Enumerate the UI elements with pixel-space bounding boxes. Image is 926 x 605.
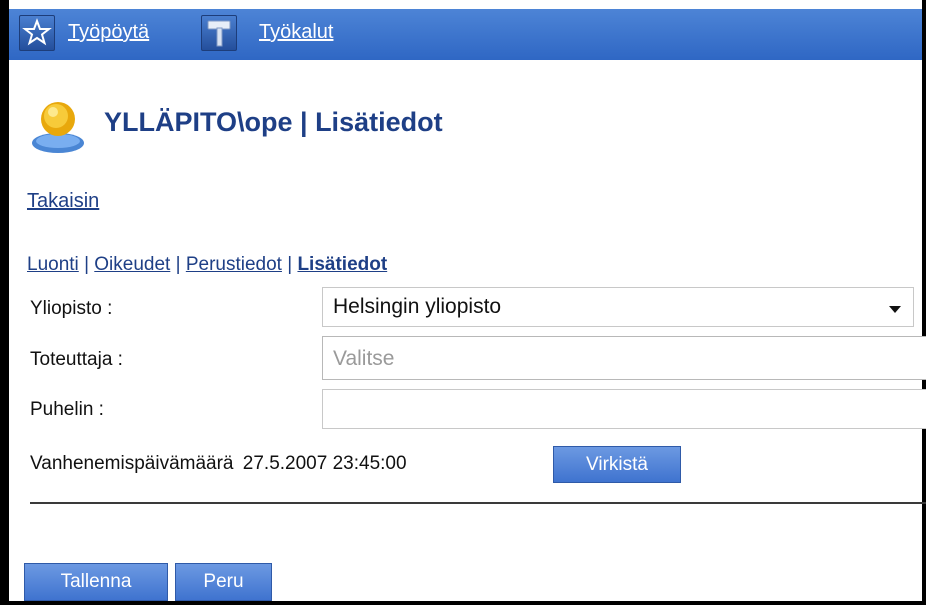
tab-lisatiedot[interactable]: Lisätiedot <box>297 254 387 275</box>
top-navigation-bar: Työpöytä Työkalut <box>9 9 922 60</box>
save-button[interactable]: Tallenna <box>24 563 168 601</box>
window-frame-right <box>922 0 926 605</box>
puhelin-field[interactable] <box>322 389 926 429</box>
puhelin-label: Puhelin : <box>30 399 104 420</box>
cancel-button[interactable]: Peru <box>175 563 272 601</box>
tab-luonti[interactable]: Luonti <box>27 254 79 275</box>
expiry-row: Vanhenemispäivämäärä 27.5.2007 23:45:00 <box>30 453 407 475</box>
toteuttaja-field[interactable]: Valitse <box>322 336 926 380</box>
tab-separator: | <box>287 254 293 275</box>
tab-oikeudet[interactable]: Oikeudet <box>94 254 170 275</box>
yliopisto-label: Yliopisto : <box>30 298 113 319</box>
tools-link[interactable]: Työkalut <box>259 21 333 44</box>
tab-perustiedot[interactable]: Perustiedot <box>186 254 282 275</box>
back-link[interactable]: Takaisin <box>27 190 99 213</box>
expiry-value: 27.5.2007 23:45:00 <box>242 453 407 474</box>
chevron-down-icon[interactable] <box>889 306 901 313</box>
refresh-button[interactable]: Virkistä <box>553 446 681 483</box>
desktop-link[interactable]: Työpöytä <box>68 21 149 44</box>
star-icon[interactable] <box>19 15 55 51</box>
divider <box>30 502 926 504</box>
yliopisto-selected-value: Helsingin yliopisto <box>333 295 502 318</box>
user-icon <box>26 97 90 153</box>
toteuttaja-label: Toteuttaja : <box>30 349 123 370</box>
tab-separator: | <box>175 254 181 275</box>
expiry-label: Vanhenemispäivämäärä <box>30 453 234 474</box>
yliopisto-select[interactable]: Helsingin yliopisto <box>322 287 914 327</box>
toteuttaja-placeholder: Valitse <box>333 347 395 370</box>
tab-navigation: Luonti | Oikeudet | Perustiedot | Lisäti… <box>27 254 387 276</box>
tab-separator: | <box>84 254 89 275</box>
window-frame-bottom <box>0 601 926 605</box>
page-title: YLLÄPITO\ope | Lisätiedot <box>104 107 443 137</box>
window-frame-left <box>0 0 9 605</box>
hammer-icon[interactable] <box>201 15 237 51</box>
